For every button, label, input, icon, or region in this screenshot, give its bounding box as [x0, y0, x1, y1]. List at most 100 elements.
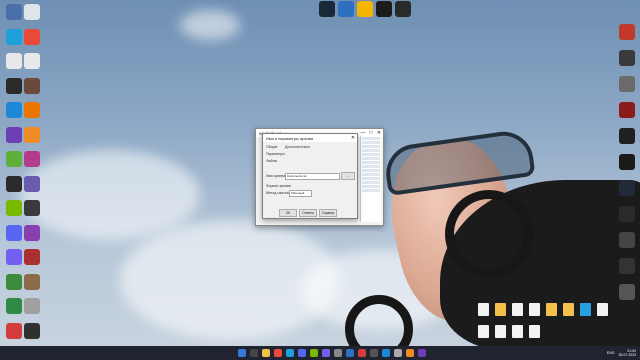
list-item[interactable]: [362, 149, 380, 152]
desktop-shortcut[interactable]: [17, 200, 47, 216]
desktop-shortcut[interactable]: [612, 258, 640, 274]
dialog-title: Имя и параметры архива: [266, 135, 313, 141]
headphone: [445, 190, 533, 278]
language-indicator[interactable]: ENG: [607, 351, 615, 355]
app-icon: [24, 175, 40, 192]
clock[interactable]: 21:04 25.07.2023: [618, 349, 636, 357]
taskbar-app-icon[interactable]: [346, 349, 354, 357]
dialog-titlebar[interactable]: Имя и параметры архива ✕: [263, 134, 357, 142]
browse-button[interactable]: …: [341, 172, 355, 180]
file-icon[interactable]: [478, 303, 489, 316]
tab-general[interactable]: Общие: [266, 145, 278, 149]
file-icon[interactable]: [546, 303, 557, 316]
desktop-shortcut[interactable]: [388, 1, 418, 17]
taskbar-app-icon[interactable]: [322, 349, 330, 357]
desktop-shortcut[interactable]: [17, 151, 47, 167]
desktop-shortcut[interactable]: [17, 53, 47, 69]
system-tray: ENG 21:04 25.07.2023: [607, 346, 636, 360]
file-icon[interactable]: [495, 303, 506, 316]
taskbar-app-icon[interactable]: [250, 349, 258, 357]
file-list-panel[interactable]: [360, 136, 381, 222]
tab-advanced[interactable]: Дополнительно: [285, 145, 310, 149]
desktop-shortcut[interactable]: [612, 50, 640, 66]
game-icon: [619, 76, 635, 92]
taskbar-app-icon[interactable]: [406, 349, 414, 357]
tab-files[interactable]: Файлы: [266, 159, 277, 163]
desktop-shortcut[interactable]: [612, 180, 640, 196]
list-item[interactable]: [362, 181, 380, 184]
archive-name-input[interactable]: Documents.rar: [285, 173, 340, 180]
list-item[interactable]: [362, 157, 380, 160]
file-icon[interactable]: [478, 325, 489, 338]
desktop-shortcut[interactable]: [612, 128, 640, 144]
archive-name-label: Имя архива: [266, 174, 286, 178]
list-item[interactable]: [362, 185, 380, 188]
list-item[interactable]: [362, 165, 380, 168]
desktop-shortcut[interactable]: [612, 24, 640, 40]
chrome-icon: [24, 28, 40, 45]
app-icon: [619, 24, 635, 40]
taskbar-app-icon[interactable]: [262, 349, 270, 357]
desktop-shortcut[interactable]: [17, 249, 47, 265]
desktop-shortcut[interactable]: [612, 232, 640, 248]
taskbar-app-icon[interactable]: [286, 349, 294, 357]
file-icon[interactable]: [529, 303, 540, 316]
file-icon[interactable]: [512, 325, 523, 338]
desktop-shortcut[interactable]: [612, 154, 640, 170]
desktop-shortcut[interactable]: [17, 298, 47, 314]
epic-icon: [395, 1, 411, 17]
taskbar-app-icon[interactable]: [394, 349, 402, 357]
list-item[interactable]: [362, 137, 380, 140]
clock-date: 25.07.2023: [618, 353, 636, 357]
file-icon[interactable]: [495, 325, 506, 338]
file-icon[interactable]: [580, 303, 591, 316]
cancel-button[interactable]: Отмена: [299, 209, 317, 217]
desktop-shortcut[interactable]: [17, 102, 47, 118]
desktop-shortcut[interactable]: [17, 77, 47, 94]
desktop-shortcut[interactable]: [17, 273, 47, 290]
list-item[interactable]: [362, 177, 380, 180]
dialog-close-button[interactable]: ✕: [349, 134, 357, 142]
file-icon[interactable]: [529, 325, 540, 338]
taskbar-app-icon[interactable]: [274, 349, 282, 357]
list-item[interactable]: [362, 173, 380, 176]
taskbar-app-icon[interactable]: [418, 349, 426, 357]
taskbar-app-icon[interactable]: [310, 349, 318, 357]
method-select[interactable]: Обычный: [289, 190, 312, 197]
file-icon: [24, 53, 40, 69]
file-icon[interactable]: [512, 303, 523, 316]
file-icon[interactable]: [563, 303, 574, 316]
taskbar-app-icon[interactable]: [358, 349, 366, 357]
desktop-shortcut[interactable]: [17, 322, 47, 339]
desktop-shortcut[interactable]: [612, 284, 640, 300]
game-icon: [619, 180, 635, 196]
desktop-shortcut[interactable]: [17, 4, 47, 20]
file-icon[interactable]: [597, 303, 608, 316]
taskbar-app-icon[interactable]: [298, 349, 306, 357]
taskbar-app-icon[interactable]: [370, 349, 378, 357]
file-icon: [24, 4, 40, 20]
list-item[interactable]: [362, 169, 380, 172]
taskbar-app-icon[interactable]: [382, 349, 390, 357]
desktop-shortcut[interactable]: [17, 28, 47, 45]
taskbar-app-icon[interactable]: [238, 349, 246, 357]
list-item[interactable]: [362, 141, 380, 144]
archive-dialog[interactable]: Имя и параметры архива ✕ Общие Дополните…: [262, 133, 358, 219]
tab-options[interactable]: Параметры: [266, 152, 285, 156]
skull-icon: [619, 128, 635, 144]
desktop-shortcut[interactable]: [612, 76, 640, 92]
list-item[interactable]: [362, 161, 380, 164]
list-item[interactable]: [362, 145, 380, 148]
taskbar-app-icon[interactable]: [334, 349, 342, 357]
list-item[interactable]: [362, 153, 380, 156]
help-button[interactable]: Справка: [319, 209, 337, 217]
list-item[interactable]: [362, 189, 380, 192]
ok-button[interactable]: ОК: [279, 209, 297, 217]
game-icon: [619, 206, 635, 222]
desktop-shortcut[interactable]: [17, 224, 47, 241]
app-icon: [24, 273, 40, 290]
desktop-shortcut[interactable]: [612, 206, 640, 222]
desktop-shortcut[interactable]: [17, 175, 47, 192]
desktop-shortcut[interactable]: [17, 126, 47, 143]
desktop-shortcut[interactable]: [612, 102, 640, 118]
